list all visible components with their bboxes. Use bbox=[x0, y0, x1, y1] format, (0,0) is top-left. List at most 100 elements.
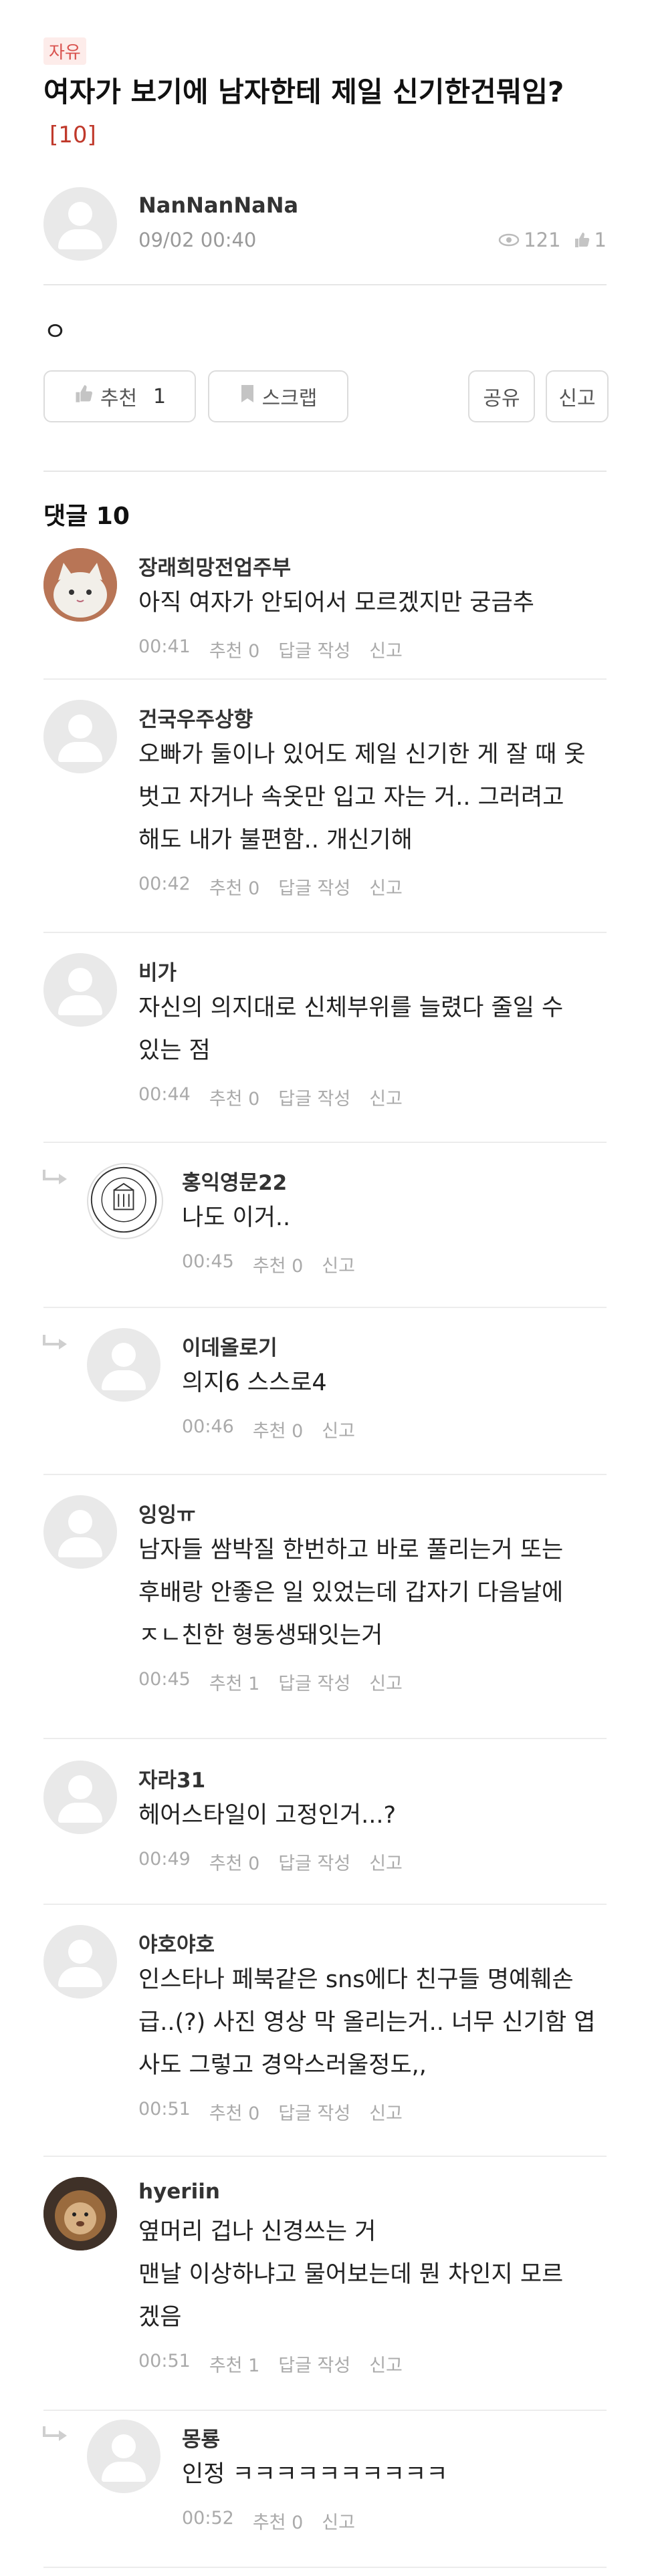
comment-divider bbox=[43, 1307, 607, 1308]
comment-reply-button[interactable]: 답글 작성 bbox=[278, 2099, 350, 2125]
comment-meta: 00:52 추천 0 신고 bbox=[182, 2508, 355, 2534]
comment-recommend[interactable]: 추천 0 bbox=[209, 2099, 259, 2125]
comment-line: 급..(?) 사진 영상 막 올리는거.. 너무 신기함 엽 bbox=[138, 2009, 596, 2036]
commenter-name[interactable]: 홍익영문22 bbox=[182, 1166, 287, 1196]
comment-report-button[interactable]: 신고 bbox=[369, 1849, 403, 1875]
comment-reply-button[interactable]: 답글 작성 bbox=[278, 1084, 350, 1110]
comment-report-button[interactable]: 신고 bbox=[322, 1251, 355, 1277]
commenter-avatar[interactable] bbox=[43, 1495, 117, 1569]
report-button[interactable]: 신고 bbox=[546, 370, 609, 422]
recommend-button[interactable]: 추천 1 bbox=[43, 370, 196, 422]
comment-recommend[interactable]: 추천 0 bbox=[209, 636, 259, 662]
commenter-avatar[interactable] bbox=[43, 1761, 117, 1834]
comment-line: 남자들 쌈박질 한번하고 바로 풀리는거 또는 bbox=[138, 1537, 564, 1563]
comment-report-button[interactable]: 신고 bbox=[369, 1669, 403, 1695]
comment-meta: 00:49 추천 0 답글 작성 신고 bbox=[138, 1849, 403, 1875]
commenter-name[interactable]: hyeriin bbox=[138, 2180, 220, 2204]
author-avatar[interactable] bbox=[43, 187, 117, 261]
commenter-name[interactable]: 이데올로기 bbox=[182, 1331, 278, 1361]
comment-divider bbox=[43, 2156, 607, 2157]
commenter-avatar-university-seal[interactable] bbox=[87, 1163, 163, 1239]
comment-time: 00:42 bbox=[138, 874, 191, 894]
commenter-name[interactable]: 장래희망전업주부 bbox=[138, 551, 291, 581]
comment-meta: 00:51 추천 0 답글 작성 신고 bbox=[138, 2099, 403, 2125]
comment-report-button[interactable]: 신고 bbox=[322, 2508, 355, 2534]
author-name[interactable]: NanNanNaNa bbox=[138, 192, 298, 218]
commenter-name[interactable]: 비가 bbox=[138, 956, 177, 986]
avatar-body bbox=[58, 1803, 102, 1823]
comment-line: 벗고 자거나 속옷만 입고 자는 거.. 그러려고 bbox=[138, 784, 564, 811]
avatar-body bbox=[102, 1370, 146, 1390]
commenter-avatar[interactable] bbox=[43, 700, 117, 773]
avatar-head bbox=[68, 1775, 92, 1799]
comment-line: 헤어스타일이 고정인거...? bbox=[138, 1802, 397, 1829]
commenter-avatar[interactable] bbox=[43, 1925, 117, 1999]
commenter-avatar-cat-photo[interactable] bbox=[43, 548, 117, 622]
commenter-name[interactable]: 잉잉ㅠ bbox=[138, 1498, 196, 1528]
comment-time: 00:44 bbox=[138, 1084, 191, 1105]
comment-report-button[interactable]: 신고 bbox=[369, 2099, 403, 2125]
comment-time: 00:49 bbox=[138, 1849, 191, 1870]
comment-reply-button[interactable]: 답글 작성 bbox=[278, 1849, 350, 1875]
comment-reply-button[interactable]: 답글 작성 bbox=[278, 636, 350, 662]
comment-line: 오빠가 둘이나 있어도 제일 신기한 게 잘 때 옷 bbox=[138, 741, 586, 768]
comment-recommend[interactable]: 추천 0 bbox=[253, 1251, 303, 1277]
avatar-body bbox=[58, 1537, 102, 1557]
commenter-avatar[interactable] bbox=[87, 1328, 160, 1402]
avatar-head bbox=[112, 1343, 136, 1367]
comment-time: 00:46 bbox=[182, 1416, 234, 1437]
comment-line: 자신의 의지대로 신체부위를 늘렸다 줄일 수 bbox=[138, 995, 564, 1021]
comment-recommend[interactable]: 추천 0 bbox=[209, 874, 259, 900]
comment-meta: 00:45 추천 1 답글 작성 신고 bbox=[138, 1669, 403, 1695]
comment-reply-button[interactable]: 답글 작성 bbox=[278, 874, 350, 900]
comment-recommend[interactable]: 추천 1 bbox=[209, 2351, 259, 2377]
comment-report-button[interactable]: 신고 bbox=[369, 1084, 403, 1110]
comment-line: 겠음 bbox=[138, 2304, 182, 2331]
bookmark-icon bbox=[239, 384, 255, 409]
comment-recommend[interactable]: 추천 0 bbox=[209, 1084, 259, 1110]
comment-meta: 00:51 추천 1 답글 작성 신고 bbox=[138, 2351, 403, 2377]
comment-report-button[interactable]: 신고 bbox=[369, 2351, 403, 2377]
commenter-name[interactable]: 몽룡 bbox=[182, 2422, 220, 2452]
comment-report-button[interactable]: 신고 bbox=[369, 636, 403, 662]
comment-time: 00:45 bbox=[138, 1669, 191, 1690]
comment-reply-button[interactable]: 답글 작성 bbox=[278, 1669, 350, 1695]
comment-divider bbox=[43, 1904, 607, 1905]
commenter-avatar[interactable] bbox=[43, 953, 117, 1027]
comments-header: 댓글 10 bbox=[43, 503, 130, 530]
share-button[interactable]: 공유 bbox=[468, 370, 535, 422]
post-page: 자유 여자가 보기에 남자한테 제일 신기한건뭐임? [10] NanNanNa… bbox=[0, 0, 650, 2576]
comment-meta: 00:44 추천 0 답글 작성 신고 bbox=[138, 1084, 403, 1110]
comment-divider bbox=[43, 1474, 607, 1475]
comment-line: ㅈㄴ친한 형동생돼잇는거 bbox=[138, 1622, 383, 1649]
comment-text: 인정 ㅋㅋㅋㅋㅋㅋㅋㅋㅋㅋ bbox=[182, 2453, 650, 2496]
actions-divider bbox=[43, 471, 607, 472]
comment-divider bbox=[43, 2567, 607, 2568]
avatar-head bbox=[112, 2434, 136, 2458]
comment-text: 아직 여자가 안되어서 모르겠지만 궁금추 bbox=[138, 582, 620, 624]
commenter-avatar[interactable] bbox=[87, 2420, 160, 2493]
comment-line: 있는 점 bbox=[138, 1037, 211, 1064]
commenter-name[interactable]: 건국우주상향 bbox=[138, 702, 253, 733]
comment-divider bbox=[43, 1738, 607, 1739]
comment-report-button[interactable]: 신고 bbox=[369, 874, 403, 900]
comment-text: 옆머리 겁나 신경쓰는 거맨날 이상하냐고 물어보는데 뭔 차인지 모르겠음 bbox=[138, 2210, 620, 2339]
commenter-avatar-lion-photo[interactable] bbox=[43, 2177, 117, 2250]
category-tag[interactable]: 자유 bbox=[43, 37, 86, 65]
like-count: 1 bbox=[594, 229, 607, 251]
commenter-name[interactable]: 자라31 bbox=[138, 1763, 205, 1793]
comment-recommend[interactable]: 추천 0 bbox=[253, 1416, 303, 1442]
reply-arrow-icon bbox=[41, 1333, 71, 1355]
comment-recommend[interactable]: 추천 1 bbox=[209, 1669, 259, 1695]
comment-line: 옆머리 겁나 신경쓰는 거 bbox=[138, 2218, 376, 2245]
thumb-up-icon bbox=[573, 231, 590, 249]
comment-recommend[interactable]: 추천 0 bbox=[209, 1849, 259, 1875]
commenter-name[interactable]: 야호야호 bbox=[138, 1928, 215, 1958]
comment-recommend[interactable]: 추천 0 bbox=[253, 2508, 303, 2534]
scrap-button[interactable]: 스크랩 bbox=[208, 370, 348, 422]
comment-report-button[interactable]: 신고 bbox=[322, 1416, 355, 1442]
comment-reply-button[interactable]: 답글 작성 bbox=[278, 2351, 350, 2377]
comment-line: 인정 ㅋㅋㅋㅋㅋㅋㅋㅋㅋㅋ bbox=[182, 2461, 448, 2488]
comment-line: 맨날 이상하냐고 물어보는데 뭔 차인지 모르 bbox=[138, 2261, 564, 2288]
comment-text: 오빠가 둘이나 있어도 제일 신기한 게 잘 때 옷벗고 자거나 속옷만 입고 … bbox=[138, 733, 620, 862]
